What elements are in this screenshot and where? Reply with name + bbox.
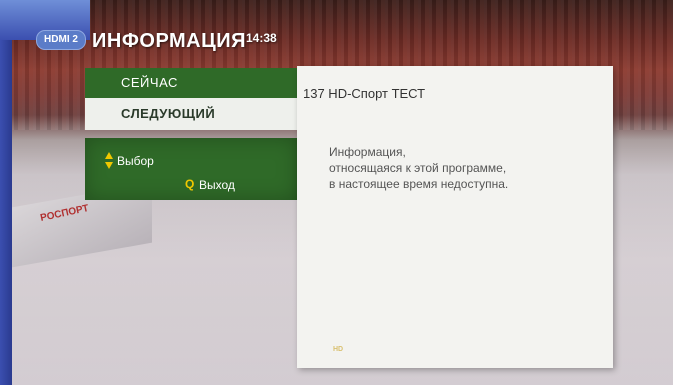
menu-item-now[interactable]: СЕЙЧАС [85,68,297,98]
hd-logo: HD [333,346,344,353]
page-title: ИНФОРМАЦИЯ [92,30,246,52]
message-line: относящаяся к этой программе, [329,161,507,175]
message-line: Информация, [329,145,406,159]
input-source-badge: HDMI 2 [36,30,86,50]
program-info-panel: 137 HD-Спорт ТЕСТ Информация, относящаяс… [297,66,613,368]
program-info-message: Информация, относящаяся к этой программе… [329,144,599,192]
tv-bezel-left [0,0,12,385]
info-menu: СЕЙЧАС СЛЕДУЮЩИЙ [85,68,297,130]
clock-time: 14:38 [246,31,277,45]
q-key-icon: Q [185,177,195,191]
up-down-arrows-icon [105,152,113,170]
select-hint-label: Выбор [117,154,154,168]
menu-item-label: СЕЙЧАС [121,75,178,90]
menu-item-label: СЛЕДУЮЩИЙ [121,106,216,121]
exit-hint-label[interactable]: Выход [199,178,235,192]
message-line: в настоящее время недоступна. [329,177,509,191]
menu-item-next[interactable]: СЛЕДУЮЩИЙ [85,98,297,130]
channel-name: 137 HD-Спорт ТЕСТ [303,86,426,101]
key-hints: Выбор Q Выход [85,138,297,200]
